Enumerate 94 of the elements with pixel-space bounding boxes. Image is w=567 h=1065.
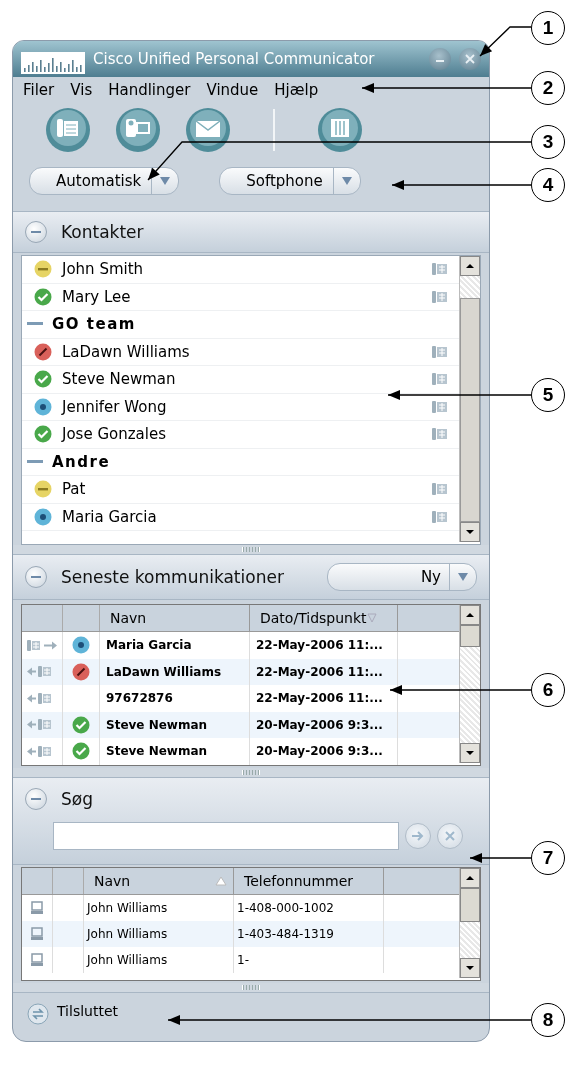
- table-cell: 22-May-2006 11:...: [250, 632, 398, 659]
- column-header[interactable]: Telefonnummer: [234, 868, 384, 894]
- close-icon: [465, 54, 475, 64]
- table-cell: 20-May-2006 9:3...: [250, 738, 398, 765]
- menu-item[interactable]: Vindue: [206, 81, 259, 99]
- phone-icon: [431, 289, 449, 304]
- phone-icon: [431, 344, 449, 359]
- search-field[interactable]: [53, 822, 399, 850]
- contact-row[interactable]: Pat: [22, 476, 459, 504]
- collapse-button[interactable]: [25, 788, 47, 810]
- scroll-thumb[interactable]: [460, 888, 480, 922]
- caret-icon: [457, 572, 469, 582]
- scrollbar[interactable]: [459, 605, 480, 763]
- scroll-down-icon[interactable]: [465, 749, 475, 757]
- contact-name: Maria Garcia: [62, 507, 158, 526]
- contact-row[interactable]: Jose Gonzales: [22, 421, 459, 449]
- contact-row[interactable]: Steve Newman: [22, 366, 459, 394]
- computer-icon: [30, 953, 44, 967]
- menu-item[interactable]: Hjælp: [274, 81, 319, 99]
- computer-icon: [30, 927, 44, 941]
- contact-name: Jennifer Wong: [62, 397, 168, 416]
- contact-name: John Smith: [62, 260, 145, 279]
- video-camera-icon[interactable]: [115, 107, 161, 153]
- filter-dropdown[interactable]: Ny: [327, 563, 477, 591]
- column-header[interactable]: Navn: [84, 868, 234, 894]
- contact-name: Jose Gonzales: [62, 425, 167, 444]
- contact-row[interactable]: LaDawn Williams: [22, 338, 459, 366]
- table-cell: Maria Garcia: [100, 632, 250, 659]
- contact-name: Pat: [62, 480, 87, 499]
- callout-number: 7: [531, 841, 565, 875]
- column-header[interactable]: Dato/Tidspunkt: [250, 605, 398, 631]
- caret-icon: [340, 176, 353, 186]
- collapse-button[interactable]: [25, 566, 47, 588]
- scrollbar[interactable]: [459, 868, 480, 978]
- group-name[interactable]: GO team: [52, 315, 136, 334]
- dial-pad-icon[interactable]: [317, 107, 363, 153]
- table-cell: Steve Newman: [100, 738, 250, 765]
- window-title: Cisco Unified Personal Communicator: [93, 50, 376, 68]
- scroll-down-icon[interactable]: [465, 528, 475, 536]
- menu-item[interactable]: Handlinger: [108, 81, 191, 99]
- callout-number: 2: [531, 71, 565, 105]
- computer-icon: [30, 901, 44, 915]
- clear-button[interactable]: [437, 823, 463, 849]
- contact-row[interactable]: John Smith: [22, 256, 459, 284]
- callout-number: 6: [531, 673, 565, 707]
- phone-icon: [431, 482, 449, 497]
- envelope-icon[interactable]: [185, 107, 231, 153]
- callout-number: 1: [531, 11, 565, 45]
- status-dropdown[interactable]: Automatisk: [29, 167, 180, 195]
- outgoing-call-icon: [26, 637, 58, 653]
- go-button[interactable]: [405, 823, 431, 849]
- scroll-up-icon[interactable]: [465, 611, 475, 619]
- column-header[interactable]: Navn: [100, 605, 250, 631]
- callout-number: 5: [531, 378, 565, 412]
- contact-row[interactable]: Jennifer Wong: [22, 393, 459, 421]
- phone-icon: [431, 509, 449, 524]
- phone-icon: [431, 262, 449, 277]
- leader-arrow: [479, 26, 532, 57]
- close-button[interactable]: [459, 48, 481, 70]
- connection-icon: [27, 1003, 49, 1025]
- status-text: Tilsluttet: [57, 1003, 119, 1019]
- group-name[interactable]: Andre: [52, 452, 111, 471]
- contact-row[interactable]: Maria Garcia: [22, 503, 459, 531]
- scroll-up-icon[interactable]: [465, 262, 475, 270]
- collapse-button[interactable]: [25, 221, 47, 243]
- contact-name: Steve Newman: [62, 370, 177, 389]
- scroll-up-icon[interactable]: [465, 874, 475, 882]
- menu-item[interactable]: Filer: [23, 81, 55, 99]
- section-title: Søg: [61, 789, 93, 809]
- callout-number: 3: [531, 125, 565, 159]
- section-title: Seneste kommunikationer: [61, 567, 284, 587]
- contact-name: Mary Lee: [62, 287, 132, 306]
- minimize-button[interactable]: [429, 48, 451, 70]
- arrow-icon: [411, 830, 425, 842]
- menu-item[interactable]: Vis: [70, 81, 93, 99]
- leader-arrow: [469, 853, 532, 863]
- close-icon: [444, 830, 456, 842]
- table-cell: 1-: [234, 947, 384, 973]
- caret-icon: [159, 176, 172, 186]
- contact-row[interactable]: Mary Lee: [22, 283, 459, 311]
- scroll-down-icon[interactable]: [465, 964, 475, 972]
- scroll-thumb[interactable]: [460, 625, 480, 647]
- table-cell: 97672876: [100, 685, 250, 712]
- callout-number: 4: [531, 168, 565, 202]
- phone-icon: [431, 372, 449, 387]
- phone-icon: [431, 399, 449, 414]
- table-cell: John Williams: [84, 947, 234, 973]
- device-dropdown[interactable]: Softphone: [219, 167, 361, 195]
- phone-icon[interactable]: [45, 107, 91, 153]
- section-title: Kontakter: [61, 222, 144, 242]
- scrollbar[interactable]: [459, 256, 480, 542]
- callout-number: 8: [531, 1003, 565, 1037]
- phone-icon: [431, 427, 449, 442]
- contact-name: LaDawn Williams: [62, 342, 191, 361]
